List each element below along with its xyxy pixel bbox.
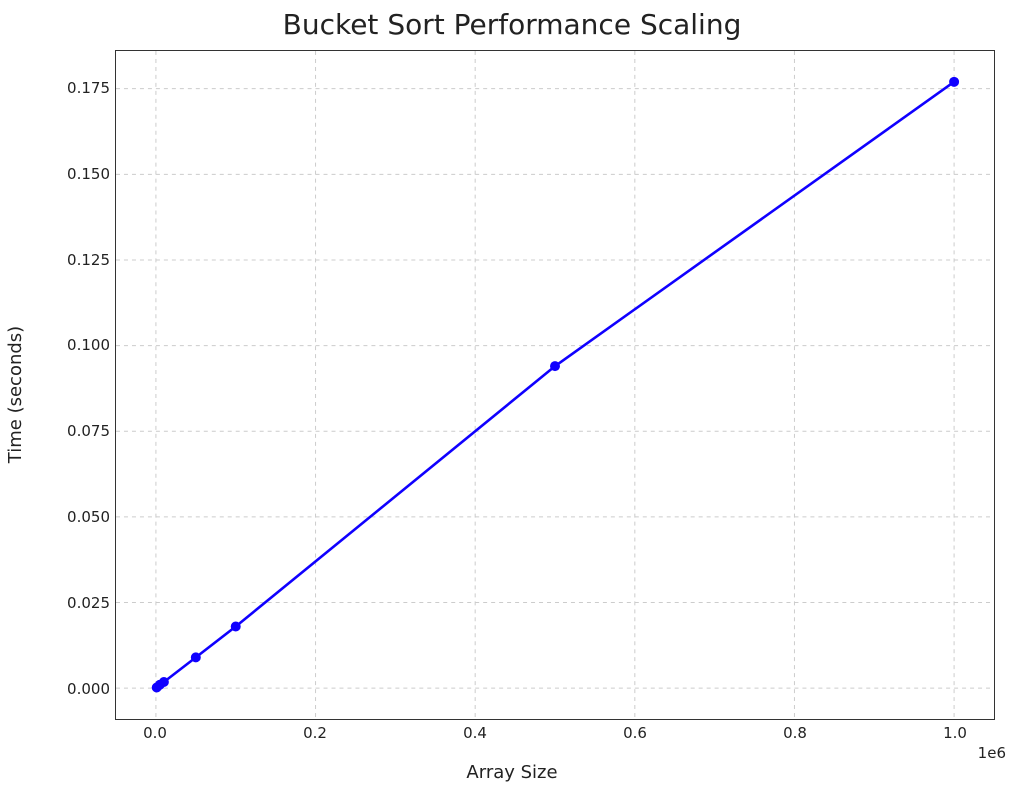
y-tick-label: 0.125 (10, 251, 110, 269)
x-axis-offset-text: 1e6 (978, 744, 1006, 762)
y-tick-label: 0.050 (10, 508, 110, 526)
x-tick-label: 0.6 (623, 724, 647, 742)
data-point (191, 652, 201, 662)
y-tick-label: 0.000 (10, 680, 110, 698)
plot-area (115, 50, 995, 720)
data-point (231, 622, 241, 632)
y-tick-label: 0.175 (10, 79, 110, 97)
chart-title: Bucket Sort Performance Scaling (0, 8, 1024, 41)
x-tick-label: 0.4 (463, 724, 487, 742)
x-tick-label: 0.0 (143, 724, 167, 742)
y-tick-label: 0.025 (10, 594, 110, 612)
y-tick-label: 0.100 (10, 336, 110, 354)
data-point (949, 77, 959, 87)
x-tick-label: 0.8 (783, 724, 807, 742)
y-tick-label: 0.075 (10, 422, 110, 440)
plot-svg (116, 51, 994, 719)
x-tick-label: 0.2 (303, 724, 327, 742)
x-axis-label: Array Size (0, 762, 1024, 783)
y-tick-label: 0.150 (10, 165, 110, 183)
x-tick-label: 1.0 (943, 724, 967, 742)
grid (116, 51, 994, 719)
tick-marks (116, 89, 954, 719)
figure: Bucket Sort Performance Scaling Time (se… (0, 0, 1024, 789)
series-line (157, 82, 954, 688)
data-point (550, 361, 560, 371)
data-point (159, 677, 169, 687)
y-axis-label: Time (seconds) (4, 0, 28, 789)
data-series (152, 77, 959, 693)
